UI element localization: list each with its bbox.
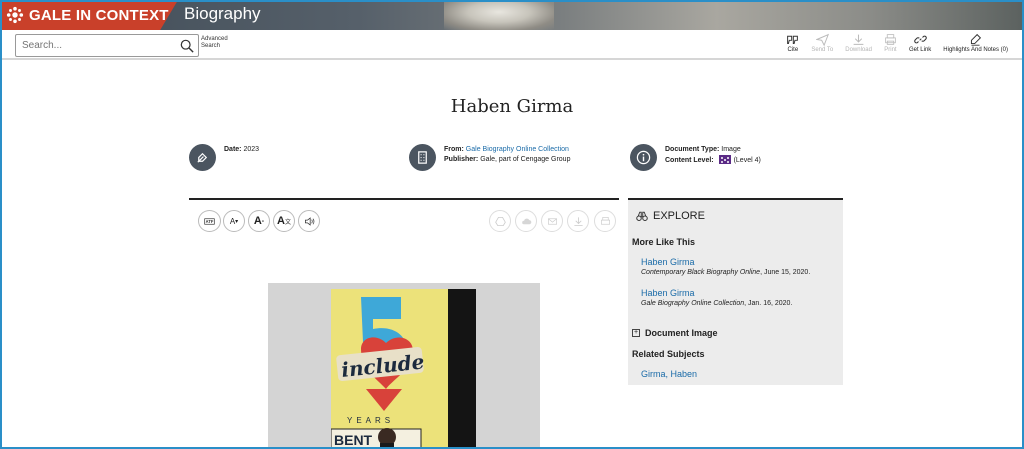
print-icon: [600, 216, 610, 225]
cite-label: Cite: [787, 47, 799, 53]
decrease-text-size-button[interactable]: A ▾: [223, 210, 245, 232]
get-link-button[interactable]: Get Link: [903, 33, 937, 59]
content-divider: [189, 198, 619, 200]
translate-label: A: [277, 215, 285, 227]
building-icon: [409, 144, 436, 171]
info-icon: [630, 144, 657, 171]
send-icon: [815, 33, 829, 46]
meta-doctype: Document Type: Image Content Level: (Lev…: [630, 144, 761, 171]
cloud-icon: [521, 218, 531, 224]
sign-years-text: YEARS: [347, 416, 394, 425]
highlighter-icon: [971, 33, 982, 46]
more-like-this-heading: More Like This: [632, 237, 696, 247]
listen-button[interactable]: [298, 210, 320, 232]
brand-logo-area[interactable]: GALE IN CONTEXT: [0, 0, 178, 30]
doctype-label: Document Type:: [665, 146, 720, 153]
document-image-toggle[interactable]: + Document Image: [632, 328, 718, 338]
download-icon: [573, 216, 583, 226]
date-label: Date:: [224, 146, 242, 153]
image-sign-graphic: include YEARS BENT: [331, 289, 448, 449]
onedrive-button[interactable]: [515, 210, 537, 232]
product-title[interactable]: Biography: [184, 4, 261, 24]
image-curtain: [448, 289, 476, 449]
search-input[interactable]: [16, 35, 176, 56]
page-title: Haben Girma: [450, 96, 574, 117]
from-link[interactable]: Gale Biography Online Collection: [466, 146, 569, 153]
send-to-label: Send To: [811, 47, 834, 53]
from-label: From:: [444, 146, 464, 153]
explore-title: EXPLORE: [653, 210, 705, 222]
send-to-button[interactable]: Send To: [805, 33, 839, 59]
text-format-icon: ATF: [204, 217, 215, 225]
meta-source: From: Gale Biography Online Collection P…: [409, 144, 570, 171]
brand-name: GALE IN CONTEXT: [29, 6, 169, 24]
download-icon: [853, 34, 864, 45]
document-image[interactable]: include YEARS BENT: [331, 289, 476, 449]
cite-button[interactable]: Cite: [780, 33, 805, 59]
gale-logo-icon: [6, 6, 24, 24]
content-level-icon: [718, 155, 731, 164]
level-value: (Level 4): [733, 157, 761, 164]
google-drive-icon: [494, 216, 506, 226]
download-circle-button[interactable]: [567, 210, 589, 232]
related-subjects-heading: Related Subjects: [632, 349, 705, 359]
sign-bottom-text: BENT: [334, 432, 373, 448]
email-button[interactable]: [541, 210, 563, 232]
svg-text:ATF: ATF: [206, 219, 214, 224]
envelope-icon: [547, 217, 557, 225]
explore-panel: EXPLORE More Like This Haben Girma Conte…: [628, 200, 843, 385]
search-icon[interactable]: [180, 39, 194, 53]
print-circle-button[interactable]: [594, 210, 616, 232]
speaker-icon: [304, 216, 314, 226]
meta-date: Date: 2023: [189, 144, 259, 171]
translate-button[interactable]: A文: [273, 210, 295, 232]
search-box: [15, 34, 199, 57]
highlights-notes-label: Highlights And Notes (0): [943, 47, 1008, 53]
download-button[interactable]: Download: [839, 33, 878, 59]
toolbar: Advanced Search Cite Send To Download Pr…: [0, 30, 1024, 60]
doctype-value: Image: [721, 146, 741, 153]
related-item-link-1[interactable]: Haben Girma: [641, 257, 695, 267]
print-label: Print: [884, 47, 897, 53]
read-aloud-toggle[interactable]: ATF: [198, 210, 221, 232]
get-link-label: Get Link: [908, 47, 932, 53]
highlights-notes-button[interactable]: Highlights And Notes (0): [937, 33, 1014, 59]
related-item-source-2: Gale Biography Online Collection, Jan. 1…: [641, 300, 793, 307]
expand-icon: +: [632, 329, 640, 337]
level-label: Content Level:: [665, 157, 714, 164]
binoculars-icon: [636, 211, 648, 221]
document-image-label: Document Image: [645, 328, 718, 338]
publisher-value: Gale, part of Cengage Group: [480, 156, 571, 163]
pen-nib-icon: [189, 144, 216, 171]
date-value: 2023: [243, 146, 260, 153]
top-banner: GALE IN CONTEXT Biography: [0, 0, 1024, 30]
print-button[interactable]: Print: [878, 33, 903, 59]
increase-text-size-button[interactable]: A-: [248, 210, 270, 232]
print-icon: [885, 34, 896, 45]
font-increase-label: A: [253, 215, 262, 227]
related-item-link-2[interactable]: Haben Girma: [641, 288, 695, 298]
download-label: Download: [845, 47, 872, 53]
subject-link[interactable]: Girma, Haben: [641, 369, 697, 379]
related-item-source-1: Contemporary Black Biography Online, Jun…: [641, 269, 811, 276]
link-icon: [913, 35, 927, 44]
tool-buttons: Cite Send To Download Print Get Link Hig…: [780, 33, 1014, 59]
explore-heading: EXPLORE: [636, 210, 705, 222]
publisher-label: Publisher:: [444, 156, 479, 163]
quote-icon: [787, 35, 799, 45]
banner-statue-image: [444, 0, 554, 30]
advanced-search-link[interactable]: Advanced Search: [201, 36, 235, 50]
google-drive-button[interactable]: [489, 210, 511, 232]
